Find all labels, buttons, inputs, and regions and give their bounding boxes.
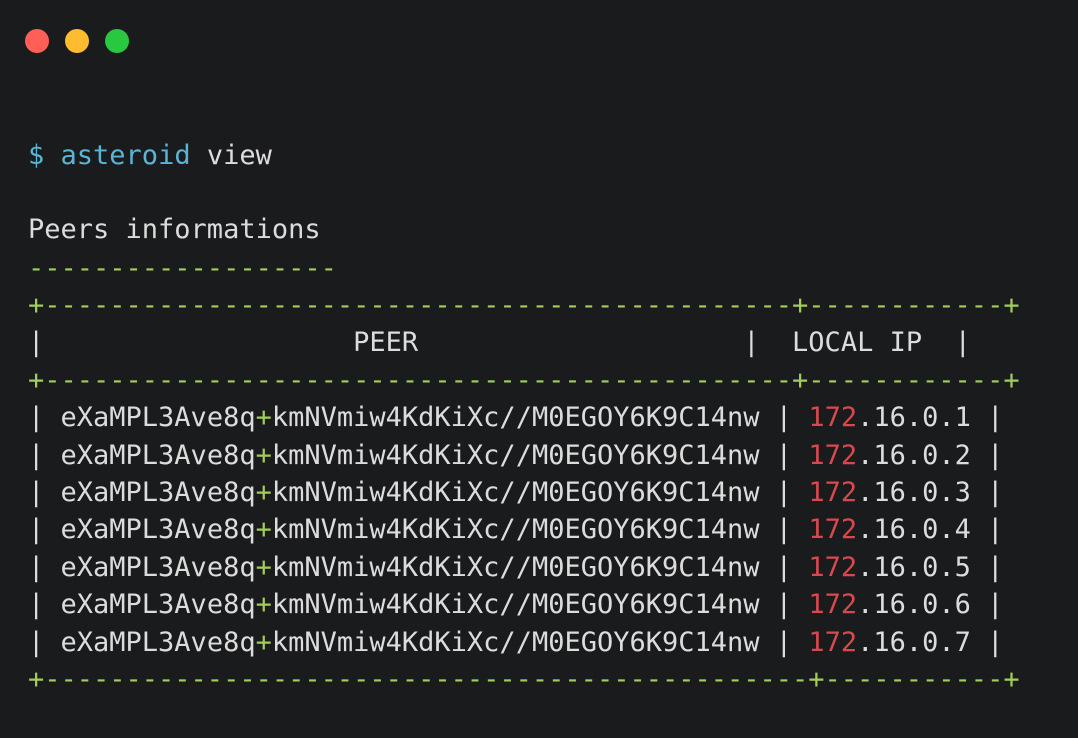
prompt-symbol: $	[28, 140, 45, 171]
ip-first-octet: 172	[808, 439, 858, 471]
ip-remaining-octets: .16.0.3	[857, 476, 971, 508]
peer-id-separator: +	[255, 551, 272, 583]
peer-id-part-a: eXaMPL3Ave8q	[60, 589, 256, 621]
table-border-top: +---------------------------------------…	[28, 290, 1020, 321]
peer-id-part-a: eXaMPL3Ave8q	[60, 439, 256, 471]
peer-id-part-b: kmNVmiw4KdKiXc//M0EGOY6K9C14nw	[271, 626, 760, 658]
peer-id-part-a: eXaMPL3Ave8q	[60, 514, 256, 546]
peer-id-separator: +	[255, 514, 272, 546]
ip-remaining-octets: .16.0.6	[857, 589, 971, 621]
peer-id-part-a: eXaMPL3Ave8q	[60, 402, 256, 434]
table-row: | eXaMPL3Ave8q+kmNVmiw4KdKiXc//M0EGOY6K9…	[28, 514, 1004, 546]
peer-id-part-a: eXaMPL3Ave8q	[60, 626, 256, 658]
table-body: | eXaMPL3Ave8q+kmNVmiw4KdKiXc//M0EGOY6K9…	[28, 399, 1020, 661]
ip-remaining-octets: .16.0.1	[857, 402, 971, 434]
table-header-row: | PEER | LOCAL IP |	[28, 327, 971, 359]
table-row: | eXaMPL3Ave8q+kmNVmiw4KdKiXc//M0EGOY6K9…	[28, 626, 1004, 658]
maximize-button[interactable]	[105, 29, 129, 53]
peer-id-part-b: kmNVmiw4KdKiXc//M0EGOY6K9C14nw	[271, 439, 760, 471]
peer-id-part-a: eXaMPL3Ave8q	[60, 551, 256, 583]
table-row: | eXaMPL3Ave8q+kmNVmiw4KdKiXc//M0EGOY6K9…	[28, 402, 1004, 434]
peer-id-separator: +	[255, 402, 272, 434]
table-row: | eXaMPL3Ave8q+kmNVmiw4KdKiXc//M0EGOY6K9…	[28, 551, 1004, 583]
peer-id-part-b: kmNVmiw4KdKiXc//M0EGOY6K9C14nw	[271, 402, 760, 434]
peer-id-separator: +	[255, 439, 272, 471]
ip-remaining-octets: .16.0.5	[857, 551, 971, 583]
header-local-ip: LOCAL IP	[792, 327, 923, 359]
peer-id-separator: +	[255, 626, 272, 658]
close-button[interactable]	[25, 29, 49, 53]
window-controls	[25, 29, 129, 53]
ip-remaining-octets: .16.0.7	[857, 626, 971, 658]
table-border-bottom: +---------------------------------------…	[28, 663, 1020, 695]
ip-first-octet: 172	[808, 551, 858, 583]
peer-id-part-b: kmNVmiw4KdKiXc//M0EGOY6K9C14nw	[271, 589, 760, 621]
command-line: $ asteroid view	[28, 100, 272, 171]
section-underline: -------------------	[28, 253, 337, 284]
peer-id-part-b: kmNVmiw4KdKiXc//M0EGOY6K9C14nw	[271, 476, 760, 508]
ip-first-octet: 172	[808, 626, 858, 658]
table-row: | eXaMPL3Ave8q+kmNVmiw4KdKiXc//M0EGOY6K9…	[28, 439, 1004, 471]
peer-id-separator: +	[255, 476, 272, 508]
peer-id-separator: +	[255, 589, 272, 621]
ip-remaining-octets: .16.0.4	[857, 514, 971, 546]
command-argument: view	[206, 140, 272, 171]
minimize-button[interactable]	[65, 29, 89, 53]
ip-first-octet: 172	[808, 514, 858, 546]
ip-first-octet: 172	[808, 589, 858, 621]
ip-first-octet: 172	[808, 402, 858, 434]
ip-remaining-octets: .16.0.2	[857, 439, 971, 471]
ip-first-octet: 172	[808, 476, 858, 508]
table-border-header: +---------------------------------------…	[28, 364, 1020, 396]
table-row: | eXaMPL3Ave8q+kmNVmiw4KdKiXc//M0EGOY6K9…	[28, 476, 1004, 508]
peer-id-part-a: eXaMPL3Ave8q	[60, 476, 256, 508]
peer-id-part-b: kmNVmiw4KdKiXc//M0EGOY6K9C14nw	[271, 551, 760, 583]
table-row: | eXaMPL3Ave8q+kmNVmiw4KdKiXc//M0EGOY6K9…	[28, 589, 1004, 621]
peer-id-part-b: kmNVmiw4KdKiXc//M0EGOY6K9C14nw	[271, 514, 760, 546]
peers-table: +---------------------------------------…	[28, 287, 1020, 698]
command-program: asteroid	[60, 140, 191, 171]
section-title: Peers informations	[28, 214, 321, 245]
header-peer: PEER	[353, 327, 419, 359]
